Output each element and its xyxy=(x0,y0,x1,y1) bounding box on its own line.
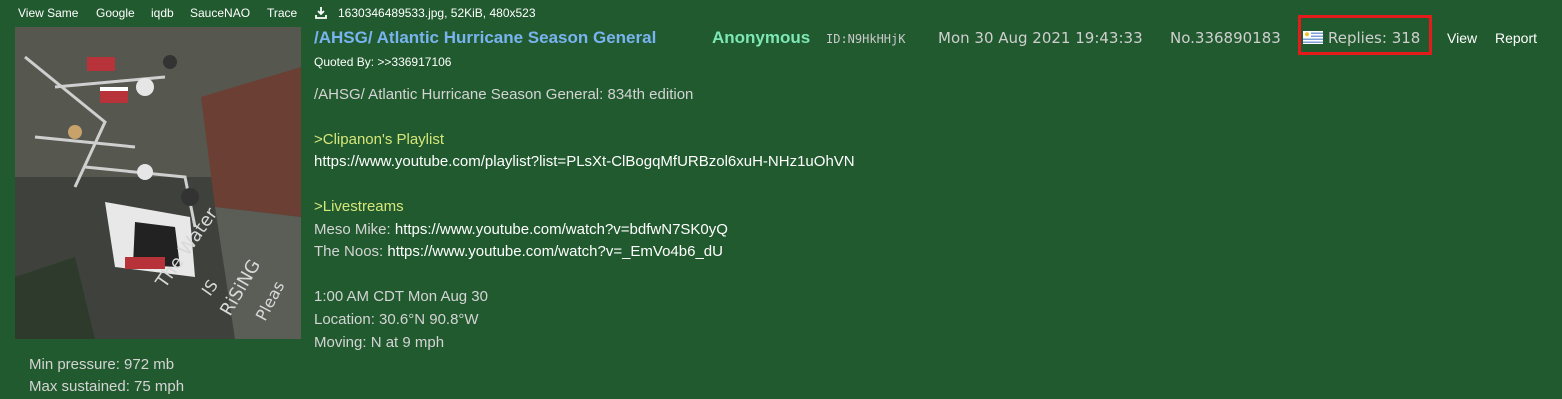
trace-link[interactable]: Trace xyxy=(267,6,297,20)
greentext-playlist: >Clipanon's Playlist xyxy=(314,131,445,148)
report-link[interactable]: Report xyxy=(1495,30,1537,46)
view-link[interactable]: View xyxy=(1447,30,1477,46)
iqdb-link[interactable]: iqdb xyxy=(151,6,174,20)
meso-mike-label: Meso Mike: xyxy=(314,221,395,238)
quoted-by-link[interactable]: >>336917106 xyxy=(377,55,451,69)
post-body-title: /AHSG/ Atlantic Hurricane Season General… xyxy=(314,86,694,103)
post-subject: /AHSG/ Atlantic Hurricane Season General xyxy=(314,28,657,47)
google-link[interactable]: Google xyxy=(96,6,135,20)
quoted-by-label: Quoted By: xyxy=(314,55,375,69)
saucenao-link[interactable]: SauceNAO xyxy=(190,6,250,20)
location-line: Location: 30.6°N 90.8°W xyxy=(314,311,479,328)
post-thumbnail[interactable]: The Water IS RiSiNG Pleas xyxy=(15,27,301,339)
pressure-line: Min pressure: 972 mb xyxy=(29,356,175,373)
download-icon[interactable] xyxy=(314,6,328,20)
quoted-by: Quoted By: >>336917106 xyxy=(314,55,451,69)
poster-name: Anonymous xyxy=(712,28,811,47)
post-number[interactable]: No.336890183 xyxy=(1170,29,1281,47)
view-same-link[interactable]: View Same xyxy=(18,6,78,20)
noos-label: The Noos: xyxy=(314,243,388,260)
sustained-line: Max sustained: 75 mph xyxy=(29,378,185,395)
file-info[interactable]: 1630346489533.jpg, 52KiB, 480x523 xyxy=(338,6,536,20)
time-line: 1:00 AM CDT Mon Aug 30 xyxy=(314,288,488,305)
greentext-livestreams: >Livestreams xyxy=(314,198,404,215)
moving-line: Moving: N at 9 mph xyxy=(314,334,445,351)
poster-id[interactable]: ID:N9HkHHjK xyxy=(826,32,905,46)
meso-mike-line: Meso Mike: https://www.youtube.com/watch… xyxy=(314,221,728,238)
post-datetime: Mon 30 Aug 2021 19:43:33 xyxy=(938,29,1143,47)
noos-link[interactable]: https://www.youtube.com/watch?v=_EmVo4b6… xyxy=(387,243,723,260)
playlist-link[interactable]: https://www.youtube.com/playlist?list=PL… xyxy=(314,153,855,170)
noos-line: The Noos: https://www.youtube.com/watch?… xyxy=(314,243,723,260)
meso-mike-link[interactable]: https://www.youtube.com/watch?v=bdfwN7SK… xyxy=(395,221,728,238)
highlight-box xyxy=(1298,15,1432,55)
